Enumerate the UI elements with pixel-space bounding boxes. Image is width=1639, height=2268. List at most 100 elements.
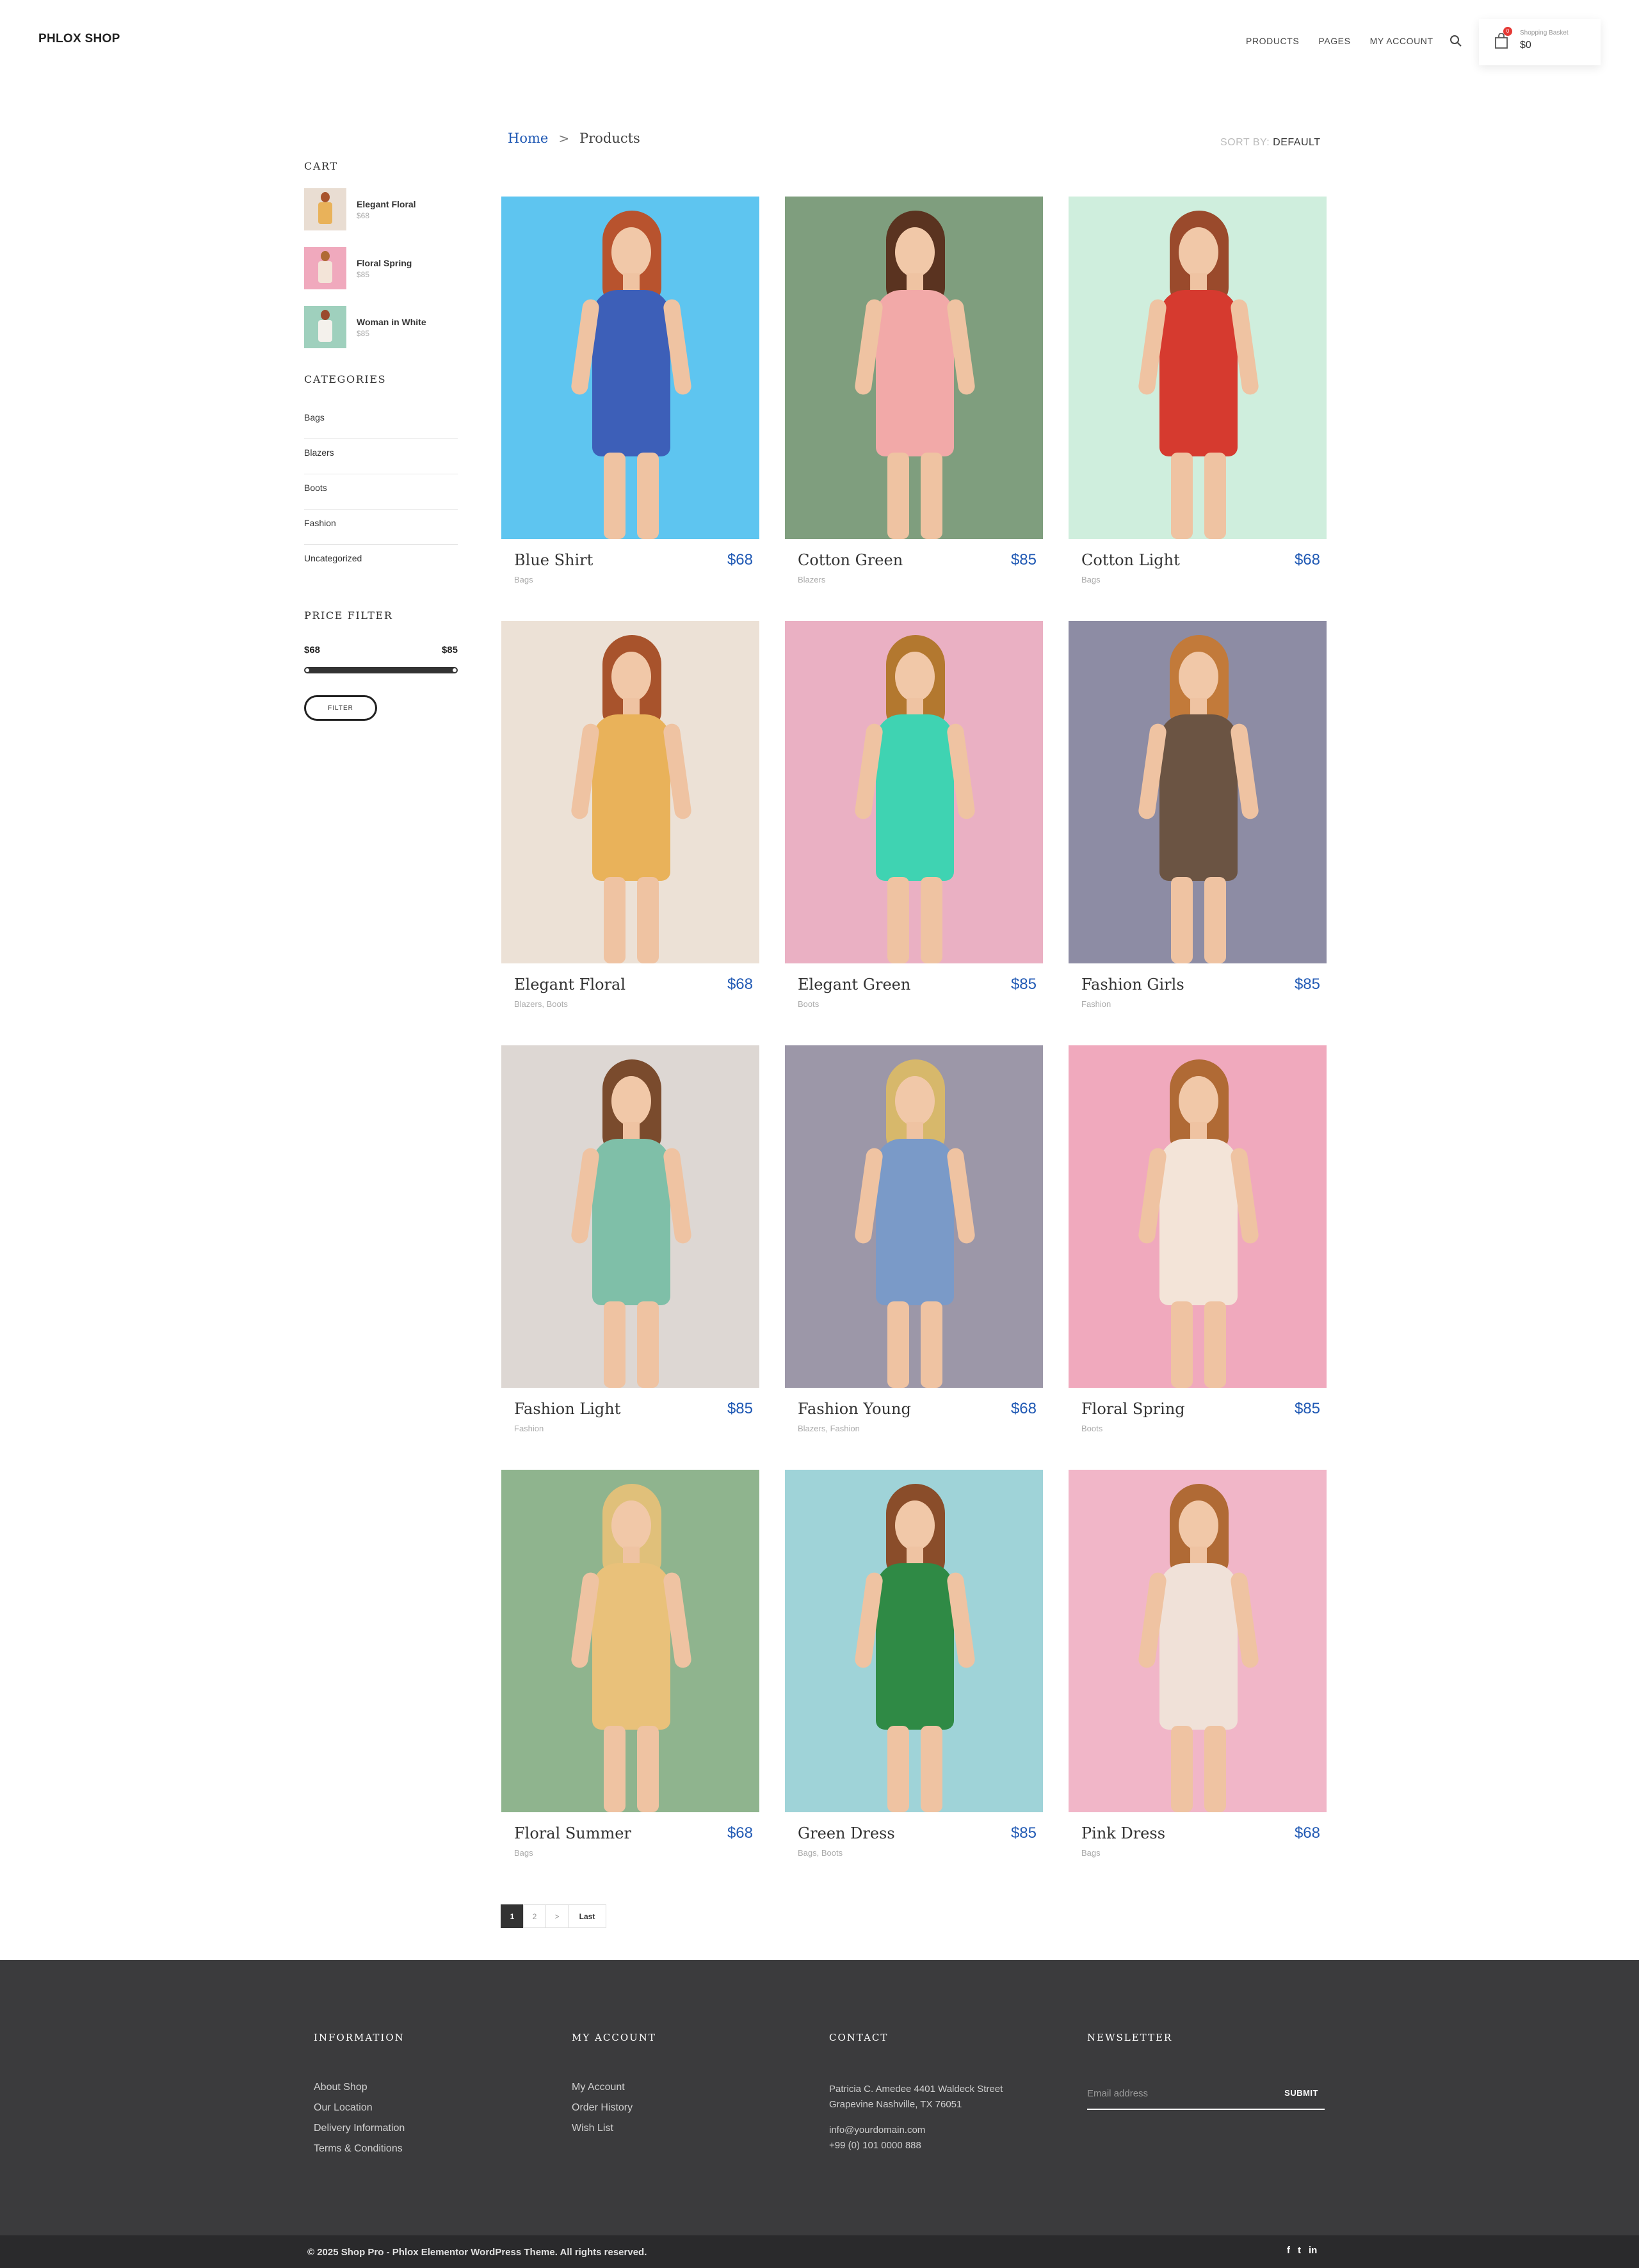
product-categories[interactable]: Bags — [514, 575, 533, 584]
cart-item[interactable]: Woman in White $85 — [304, 305, 458, 349]
product-name[interactable]: Cotton Light — [1081, 551, 1180, 569]
product-card[interactable]: Cotton Green $85 Blazers — [785, 197, 1043, 621]
product-card[interactable]: Elegant Floral $68 Blazers, Boots — [501, 621, 759, 1045]
product-name[interactable]: Fashion Light — [514, 1400, 620, 1418]
product-card[interactable]: Blue Shirt $68 Bags — [501, 197, 759, 621]
nav-my-account[interactable]: MY ACCOUNT — [1370, 36, 1433, 46]
product-card[interactable]: Fashion Young $68 Blazers, Fashion — [785, 1045, 1043, 1470]
cart-item-name[interactable]: Floral Spring — [357, 258, 412, 268]
model-figure — [501, 1470, 759, 1812]
site-logo[interactable]: PHLOX SHOP — [38, 32, 120, 46]
product-categories[interactable]: Bags — [514, 1848, 533, 1858]
product-image[interactable] — [501, 1045, 759, 1388]
product-name[interactable]: Pink Dress — [1081, 1824, 1165, 1842]
product-categories[interactable]: Bags — [1081, 575, 1101, 584]
filter-button[interactable]: FILTER — [304, 695, 377, 721]
product-categories[interactable]: Bags — [1081, 1848, 1101, 1858]
facebook-icon[interactable]: f — [1287, 2245, 1290, 2256]
nav-products[interactable]: PRODUCTS — [1246, 36, 1299, 46]
product-image[interactable] — [785, 197, 1043, 539]
footer-link-our-location[interactable]: Our Location — [314, 2102, 405, 2123]
contact-address-line-2: Grapevine Nashville, TX 76051 — [829, 2099, 962, 2110]
product-image[interactable] — [785, 1470, 1043, 1812]
product-image[interactable] — [501, 1470, 759, 1812]
product-card[interactable]: Cotton Light $68 Bags — [1069, 197, 1327, 621]
product-categories[interactable]: Boots — [1081, 1424, 1102, 1433]
model-figure — [501, 1045, 759, 1388]
newsletter-email-input[interactable] — [1087, 2082, 1266, 2105]
product-name[interactable]: Green Dress — [798, 1824, 895, 1842]
price-slider[interactable] — [304, 667, 458, 673]
product-card[interactable]: Green Dress $85 Bags, Boots — [785, 1470, 1043, 1894]
product-card[interactable]: Elegant Green $85 Boots — [785, 621, 1043, 1045]
product-name[interactable]: Cotton Green — [798, 551, 903, 569]
product-categories[interactable]: Blazers, Boots — [514, 999, 568, 1009]
product-categories[interactable]: Boots — [798, 999, 819, 1009]
contact-email[interactable]: info@yourdomain.com — [829, 2123, 1003, 2138]
model-figure — [501, 621, 759, 963]
product-categories[interactable]: Blazers, Fashion — [798, 1424, 860, 1433]
product-image[interactable] — [501, 197, 759, 539]
model-figure — [1069, 621, 1327, 963]
product-image[interactable] — [785, 1045, 1043, 1388]
product-card[interactable]: Fashion Light $85 Fashion — [501, 1045, 759, 1470]
product-price: $85 — [1010, 551, 1037, 568]
cart-item-name[interactable]: Woman in White — [357, 317, 426, 327]
product-image[interactable] — [1069, 197, 1327, 539]
product-card[interactable]: Floral Spring $85 Boots — [1069, 1045, 1327, 1470]
product-name[interactable]: Elegant Green — [798, 976, 910, 993]
shopping-basket-button[interactable]: 0 Shopping Basket $0 — [1479, 19, 1601, 65]
footer-link-order-history[interactable]: Order History — [572, 2102, 656, 2123]
twitter-icon[interactable]: t — [1298, 2245, 1301, 2256]
product-image[interactable] — [1069, 1470, 1327, 1812]
product-card[interactable]: Pink Dress $68 Bags — [1069, 1470, 1327, 1894]
search-icon[interactable] — [1449, 35, 1462, 47]
product-name[interactable]: Elegant Floral — [514, 976, 626, 993]
price-slider-max-handle[interactable] — [453, 668, 456, 672]
product-meta: Fashion Girls $85 Fashion — [1069, 963, 1327, 1045]
page-1[interactable]: 1 — [501, 1904, 524, 1928]
cart-item[interactable]: Floral Spring $85 — [304, 246, 458, 290]
category-uncategorized[interactable]: Uncategorized — [304, 552, 458, 580]
product-image[interactable] — [1069, 621, 1327, 963]
product-categories[interactable]: Bags, Boots — [798, 1848, 843, 1858]
footer-link-delivery-information[interactable]: Delivery Information — [314, 2123, 405, 2143]
page-2[interactable]: 2 — [523, 1904, 546, 1928]
product-name[interactable]: Fashion Young — [798, 1400, 911, 1418]
footer-information: INFORMATION About Shop Our Location Deli… — [314, 2032, 405, 2164]
product-categories[interactable]: Fashion — [514, 1424, 544, 1433]
product-name[interactable]: Fashion Girls — [1081, 976, 1184, 993]
product-categories[interactable]: Blazers — [798, 575, 825, 584]
cart-item-thumbnail — [304, 247, 346, 289]
nav-pages[interactable]: PAGES — [1318, 36, 1350, 46]
breadcrumb-home-link[interactable]: Home — [508, 131, 548, 146]
basket-total: $0 — [1520, 40, 1531, 51]
category-bags[interactable]: Bags — [304, 411, 458, 439]
product-card[interactable]: Fashion Girls $85 Fashion — [1069, 621, 1327, 1045]
product-name[interactable]: Floral Summer — [514, 1824, 631, 1842]
product-image[interactable] — [501, 621, 759, 963]
cart-item-name[interactable]: Elegant Floral — [357, 199, 416, 209]
category-fashion[interactable]: Fashion — [304, 517, 458, 545]
product-meta: Elegant Green $85 Boots — [785, 963, 1043, 1045]
product-name[interactable]: Floral Spring — [1081, 1400, 1185, 1418]
product-categories[interactable]: Fashion — [1081, 999, 1111, 1009]
product-image[interactable] — [1069, 1045, 1327, 1388]
newsletter-submit-button[interactable]: SUBMIT — [1284, 2088, 1318, 2098]
category-blazers[interactable]: Blazers — [304, 446, 458, 474]
price-slider-min-handle[interactable] — [305, 668, 309, 672]
cart-item[interactable]: Elegant Floral $68 — [304, 188, 458, 231]
footer-link-terms[interactable]: Terms & Conditions — [314, 2143, 405, 2164]
category-boots[interactable]: Boots — [304, 481, 458, 510]
footer-link-about-shop[interactable]: About Shop — [314, 2082, 405, 2102]
product-name[interactable]: Blue Shirt — [514, 551, 593, 569]
sort-dropdown[interactable]: SORT BY: DEFAULT — [1220, 137, 1321, 149]
next-page-button[interactable]: > — [545, 1904, 569, 1928]
last-page-button[interactable]: Last — [568, 1904, 606, 1928]
product-card[interactable]: Floral Summer $68 Bags — [501, 1470, 759, 1894]
linkedin-icon[interactable]: in — [1309, 2245, 1317, 2256]
footer-link-my-account[interactable]: My Account — [572, 2082, 656, 2102]
product-image[interactable] — [785, 621, 1043, 963]
footer-link-wish-list[interactable]: Wish List — [572, 2123, 656, 2143]
sort-value: DEFAULT — [1273, 137, 1321, 148]
